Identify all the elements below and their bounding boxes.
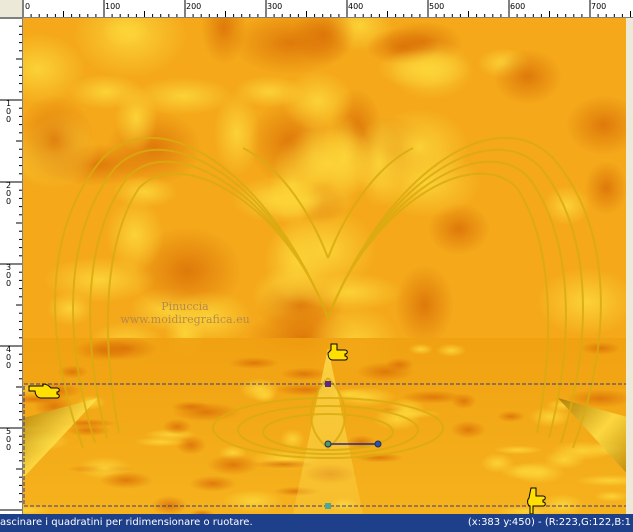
floor-blob <box>229 357 280 369</box>
ruler-label-v400: 4 0 0 <box>6 345 12 370</box>
floor-blob <box>239 378 279 401</box>
floor-blob <box>408 343 434 355</box>
floor-blob <box>280 367 329 381</box>
pointing-hand-icon-bottom <box>527 487 546 514</box>
texture-blob <box>115 85 158 152</box>
floor-blob <box>189 475 237 492</box>
floor-blob <box>356 362 415 382</box>
ruler-corner <box>0 0 23 18</box>
texture-blob <box>105 197 165 273</box>
image-canvas[interactable]: Pinuccia www.moidiregrafica.eu <box>23 18 631 514</box>
floor-blob <box>480 453 515 473</box>
watermark-url: www.moidiregrafica.eu <box>120 313 250 326</box>
status-hint: ascinare i quadratini per ridimensionare… <box>0 517 253 528</box>
watermark: Pinuccia www.moidiregrafica.eu <box>85 300 285 326</box>
pointing-hand-icon-left <box>28 383 60 399</box>
texture-blob <box>494 49 562 105</box>
texture-blob <box>376 48 471 89</box>
top-ruler[interactable]: 0 100 200 300 400 500 600 700 <box>0 0 633 18</box>
floor-blob <box>221 489 284 513</box>
status-bar: ascinare i quadratini per ridimensionare… <box>0 514 633 532</box>
ruler-label-v500: 5 0 0 <box>6 427 12 452</box>
floor-blob <box>100 471 153 489</box>
floor-blob <box>162 418 192 435</box>
rotation-handle <box>374 440 382 448</box>
watermark-name: Pinuccia <box>161 300 209 313</box>
floor-blob <box>133 436 189 447</box>
floor-blob <box>73 339 135 362</box>
cursor-readout: (x:383 y:450) - (R:223,G:122,B:1 <box>467 517 631 528</box>
floor-blob <box>580 341 621 355</box>
floor-blob <box>400 390 465 404</box>
floor-blob <box>436 343 467 358</box>
floor-blob <box>543 449 586 470</box>
top-resize-handle <box>325 381 331 387</box>
vertical-scrollbar[interactable] <box>626 18 633 514</box>
ruler-label-v100: 1 0 0 <box>6 99 12 124</box>
bottom-resize-handle <box>325 503 331 509</box>
canvas-artwork <box>23 18 631 514</box>
floor-blob <box>496 410 526 423</box>
texture-blob <box>233 75 305 108</box>
floor-blob <box>206 454 259 476</box>
texture-blob <box>584 161 628 215</box>
left-ruler[interactable]: 1 0 0 2 0 0 3 0 0 4 0 0 5 0 0 <box>0 0 23 514</box>
center-handle <box>324 440 332 448</box>
ruler-label-v300: 3 0 0 <box>6 263 12 288</box>
pointing-hand-icon <box>327 343 348 361</box>
top-ruler-ticks <box>22 0 631 17</box>
ruler-label-v200: 2 0 0 <box>6 181 12 206</box>
floor-blob <box>593 490 630 502</box>
floor-blob <box>492 445 544 455</box>
texture-blob <box>369 108 470 186</box>
texture-blob <box>395 265 454 345</box>
floor-blob <box>450 420 487 439</box>
